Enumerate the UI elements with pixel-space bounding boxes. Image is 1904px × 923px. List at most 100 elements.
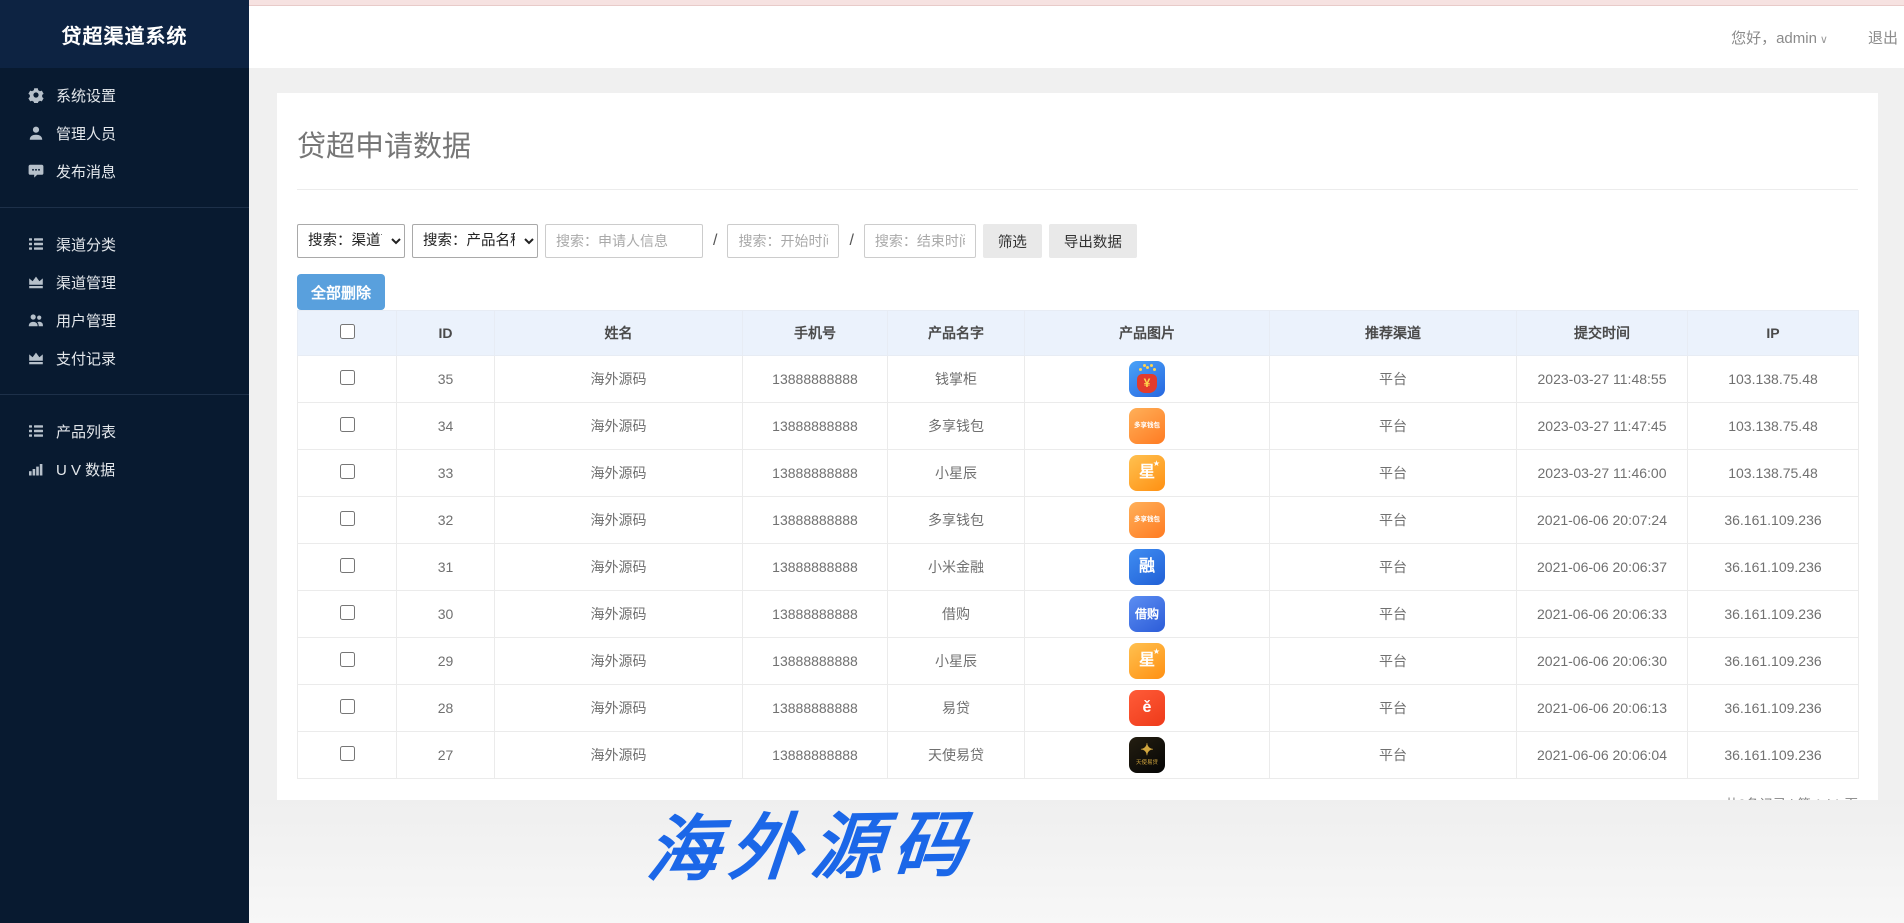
sidebar-item-label: 系统设置	[56, 85, 116, 106]
sidebar-item-list-10[interactable]: 渠道分类	[0, 225, 249, 263]
crown-icon	[28, 274, 44, 290]
table-row: 33海外源码13888888888小星辰星★平台2023-03-27 11:46…	[298, 450, 1859, 497]
cell-channel: 平台	[1270, 638, 1517, 685]
date-separator: /	[849, 232, 853, 250]
export-data-button[interactable]: 导出数据	[1049, 224, 1137, 258]
table-row: 30海外源码13888888888借购借购平台2021-06-06 20:06:…	[298, 591, 1859, 638]
cell-id: 30	[397, 591, 495, 638]
cell-name: 海外源码	[495, 638, 743, 685]
cell-ip: 103.138.75.48	[1688, 450, 1859, 497]
sidebar-item-gear-00[interactable]: 系统设置	[0, 76, 249, 114]
cell-channel: 平台	[1270, 403, 1517, 450]
cell-name: 海外源码	[495, 497, 743, 544]
cell-phone: 13888888888	[743, 591, 888, 638]
duoxiang-wallet-app-icon: 多享钱包	[1129, 502, 1165, 538]
header-cell: IP	[1688, 311, 1859, 356]
list-icon	[28, 423, 44, 439]
xiaoxingchen-app-icon: 星★	[1129, 643, 1165, 679]
watermark-text: 海外源码	[643, 785, 981, 896]
row-checkbox[interactable]	[340, 370, 355, 385]
app-title: 贷超渠道系统	[62, 20, 188, 49]
topbar: 您好，admin∨ 退出	[249, 0, 1904, 68]
cell-product: 多享钱包	[888, 403, 1025, 450]
sidebar-item-crown-11[interactable]: 渠道管理	[0, 263, 249, 301]
cell-ip: 36.161.109.236	[1688, 591, 1859, 638]
cell-time: 2021-06-06 20:06:30	[1517, 638, 1688, 685]
sidebar-item-label: 产品列表	[56, 421, 116, 442]
cell-channel: 平台	[1270, 450, 1517, 497]
list-icon	[28, 236, 44, 252]
page-background	[249, 800, 1904, 923]
comment-icon	[28, 163, 44, 179]
table-row: 27海外源码13888888888天使易贷✦天使易贷平台2021-06-06 2…	[298, 732, 1859, 779]
cell-id: 27	[397, 732, 495, 779]
cell-channel: 平台	[1270, 544, 1517, 591]
delete-all-button[interactable]: 全部删除	[297, 274, 385, 310]
sidebar-item-comment-02[interactable]: 发布消息	[0, 152, 249, 190]
sidebar-item-chart-21[interactable]: U V 数据	[0, 450, 249, 488]
xiaoxingchen-app-icon: 星★	[1129, 455, 1165, 491]
cell-ip: 36.161.109.236	[1688, 638, 1859, 685]
row-checkbox[interactable]	[340, 417, 355, 432]
row-checkbox[interactable]	[340, 652, 355, 667]
yidai-app-icon: ě	[1129, 690, 1165, 726]
row-checkbox[interactable]	[340, 605, 355, 620]
header-cell: 提交时间	[1517, 311, 1688, 356]
user-menu[interactable]: 您好，admin∨	[1731, 27, 1828, 48]
channel-search-select[interactable]: 搜索：渠道商	[297, 224, 405, 258]
logout-link[interactable]: 退出	[1868, 27, 1898, 48]
table-row: 31海外源码13888888888小米金融融平台2021-06-06 20:06…	[298, 544, 1859, 591]
main-content-card: 贷超申请数据 搜索：渠道商 搜索：产品名称 / / 筛选 导出数据 全部删除 I…	[277, 93, 1878, 800]
sidebar-item-label: 支付记录	[56, 348, 116, 369]
sidebar-item-users-12[interactable]: 用户管理	[0, 301, 249, 339]
cell-channel: 平台	[1270, 356, 1517, 403]
cell-time: 2021-06-06 20:06:13	[1517, 685, 1688, 732]
sidebar-item-crown-13[interactable]: 支付记录	[0, 339, 249, 377]
cell-checkbox	[298, 732, 397, 779]
cell-time: 2021-06-06 20:06:33	[1517, 591, 1688, 638]
user-icon	[28, 125, 44, 141]
cell-name: 海外源码	[495, 591, 743, 638]
row-checkbox[interactable]	[340, 558, 355, 573]
cell-time: 2023-03-27 11:47:45	[1517, 403, 1688, 450]
cell-id: 33	[397, 450, 495, 497]
row-checkbox[interactable]	[340, 464, 355, 479]
end-time-input[interactable]	[864, 224, 976, 258]
sidebar-item-label: 管理人员	[56, 123, 116, 144]
start-time-input[interactable]	[727, 224, 839, 258]
sidebar-item-list-20[interactable]: 产品列表	[0, 412, 249, 450]
cell-checkbox	[298, 356, 397, 403]
cell-product-image: 多享钱包	[1025, 403, 1270, 450]
row-checkbox[interactable]	[340, 511, 355, 526]
product-search-select[interactable]: 搜索：产品名称	[412, 224, 538, 258]
select-all-checkbox[interactable]	[340, 324, 355, 339]
cell-ip: 103.138.75.48	[1688, 403, 1859, 450]
applicant-search-input[interactable]	[545, 224, 703, 258]
cell-checkbox	[298, 403, 397, 450]
filter-button[interactable]: 筛选	[983, 224, 1042, 258]
cell-checkbox	[298, 544, 397, 591]
header-cell: 手机号	[743, 311, 888, 356]
cell-product-image: 星★	[1025, 450, 1270, 497]
cell-product: 多享钱包	[888, 497, 1025, 544]
cell-product: 小星辰	[888, 450, 1025, 497]
cell-time: 2021-06-06 20:06:04	[1517, 732, 1688, 779]
cell-product: 借购	[888, 591, 1025, 638]
sidebar-item-label: U V 数据	[56, 459, 115, 480]
sidebar-item-user-01[interactable]: 管理人员	[0, 114, 249, 152]
cell-name: 海外源码	[495, 544, 743, 591]
cell-phone: 13888888888	[743, 356, 888, 403]
header-cell: 产品图片	[1025, 311, 1270, 356]
cell-product: 小星辰	[888, 638, 1025, 685]
row-checkbox[interactable]	[340, 699, 355, 714]
sidebar: 贷超渠道系统 系统设置管理人员发布消息渠道分类渠道管理用户管理支付记录产品列表 U…	[0, 0, 249, 923]
sidebar-item-label: 发布消息	[56, 161, 116, 182]
cell-name: 海外源码	[495, 356, 743, 403]
cell-ip: 36.161.109.236	[1688, 732, 1859, 779]
cell-product: 钱掌柜	[888, 356, 1025, 403]
cell-id: 34	[397, 403, 495, 450]
cell-product-image: 借购	[1025, 591, 1270, 638]
table-row: 32海外源码13888888888多享钱包多享钱包平台2021-06-06 20…	[298, 497, 1859, 544]
chevron-down-icon: ∨	[1820, 34, 1828, 46]
row-checkbox[interactable]	[340, 746, 355, 761]
